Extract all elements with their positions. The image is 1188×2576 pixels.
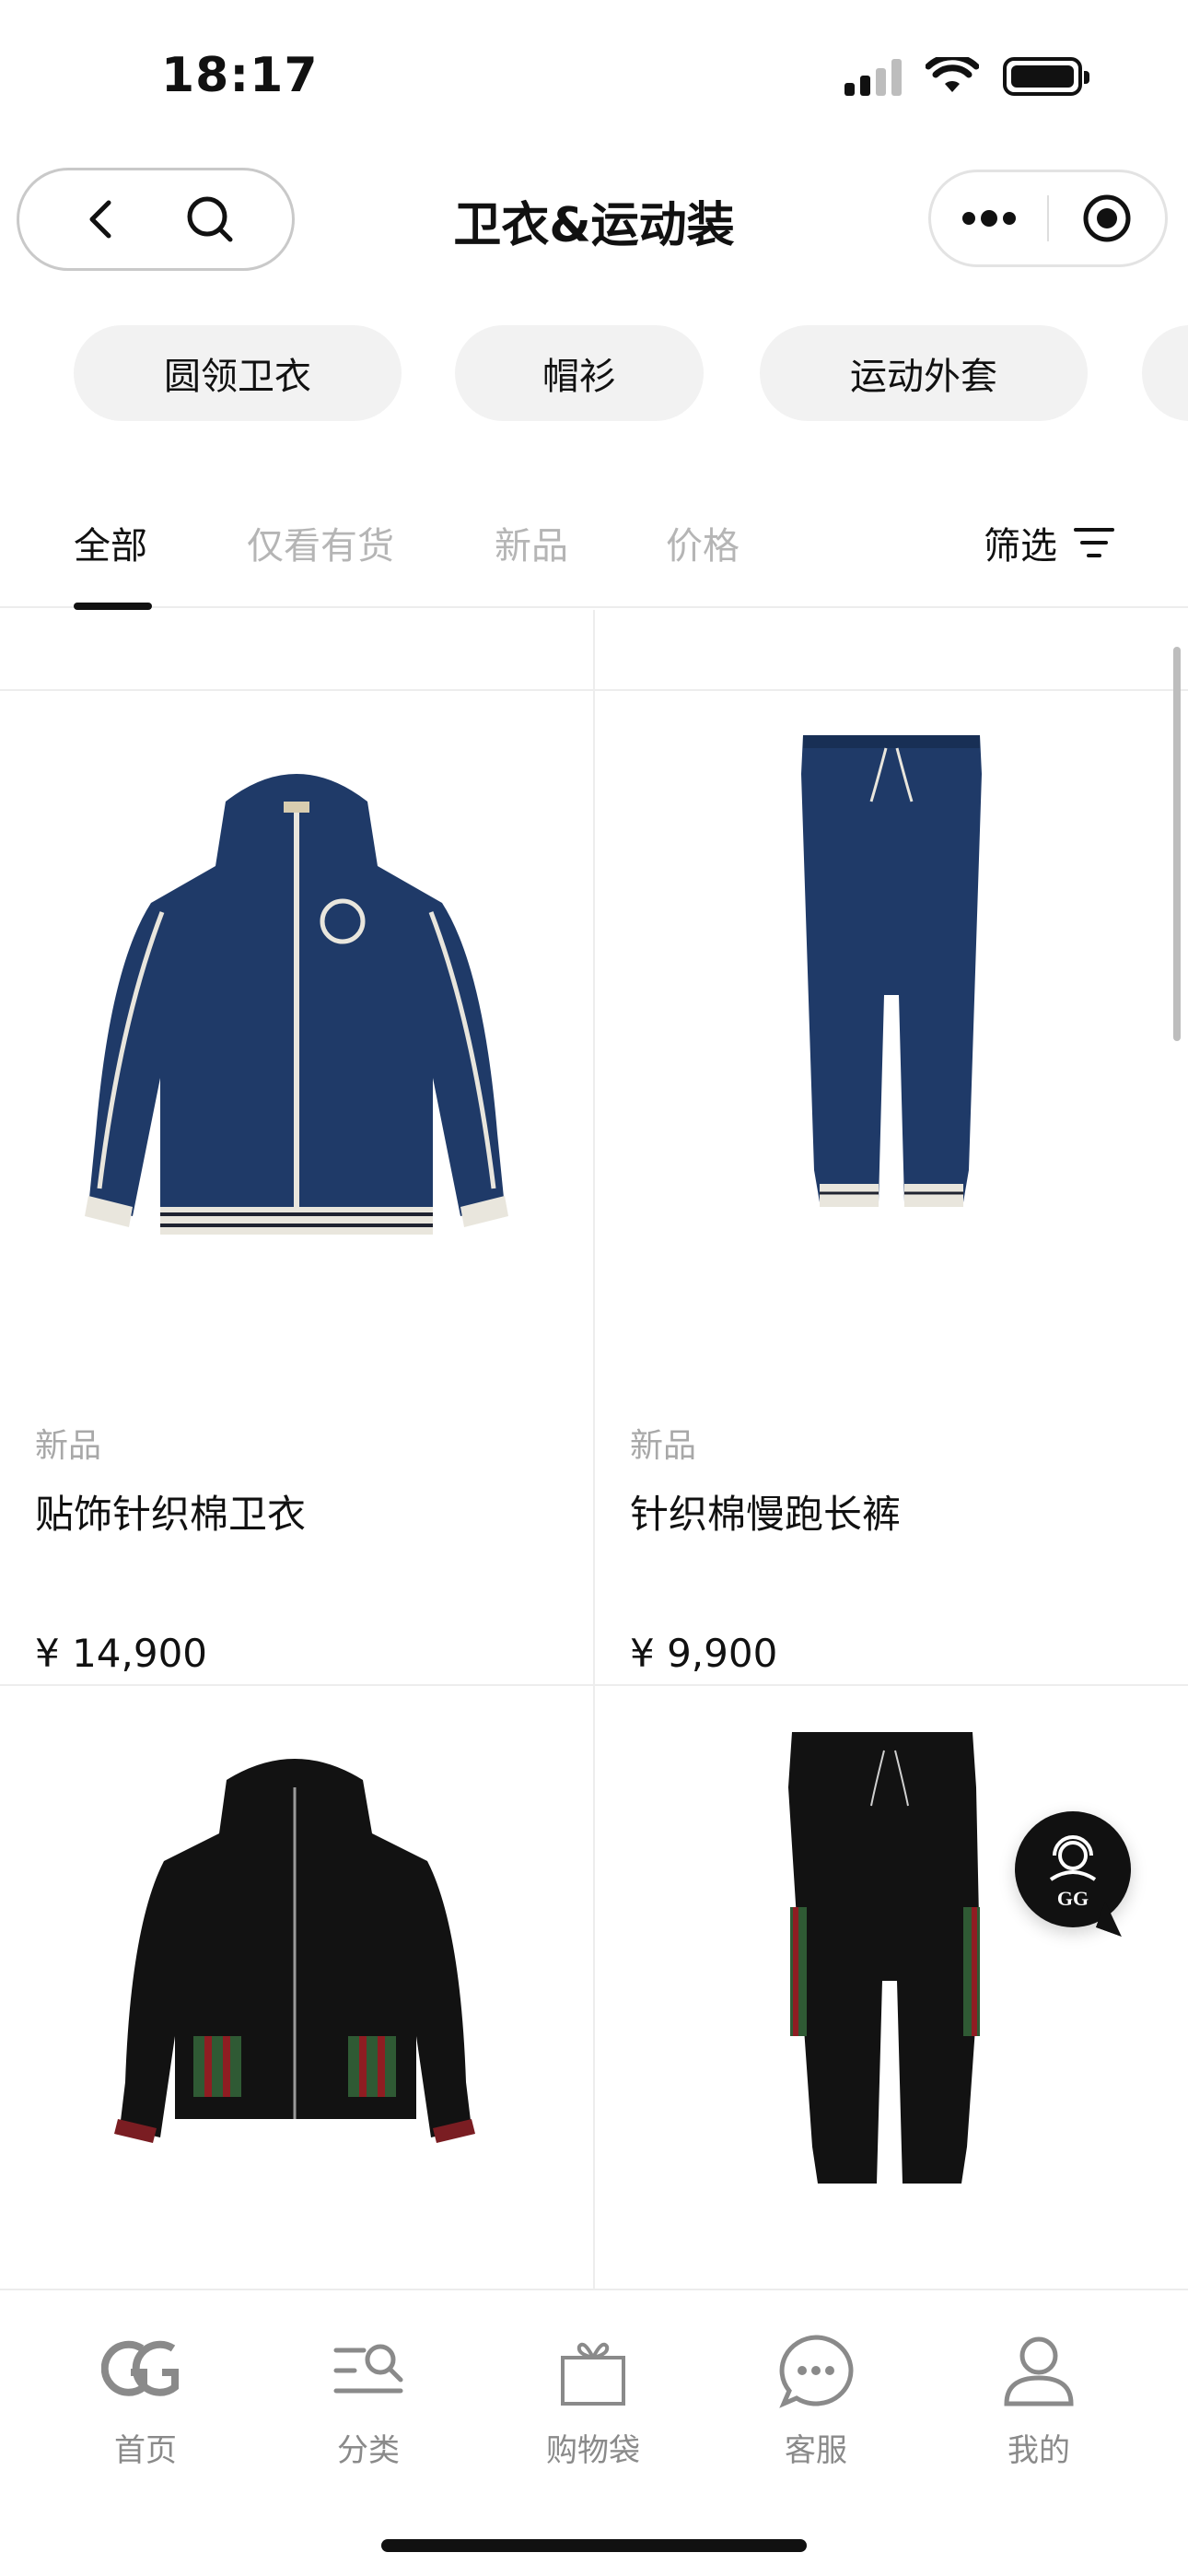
tabbar-item-home[interactable]: 首页 [53, 2329, 238, 2470]
more-button[interactable] [931, 172, 1047, 264]
chip-sport-jacket[interactable]: 运动外套 [760, 325, 1088, 421]
bottom-tab-bar: 首页 分类 购物袋 客服 我的 [0, 2289, 1188, 2576]
product-grid: 新品 贴饰针织棉卫衣 ¥ 14,900 新品 针织棉慢跑长裤 ¥ 9,900 [0, 610, 1188, 2289]
product-name: 针织棉慢跑长裤 [630, 1492, 902, 1537]
filter-icon [1074, 528, 1114, 557]
customer-service-float-button[interactable]: GG [1015, 1811, 1131, 1927]
category-search-icon [276, 2329, 460, 2412]
wifi-icon [926, 57, 979, 92]
gg-logo-icon [53, 2329, 238, 2412]
more-dots-icon [962, 210, 1016, 227]
product-image-navy-jacket [85, 774, 508, 1235]
product-name: 贴饰针织棉卫衣 [35, 1492, 307, 1537]
tabbar-label: 客服 [785, 2432, 847, 2469]
tab-price[interactable]: 价格 [666, 516, 740, 569]
tabbar-item-service[interactable]: 客服 [724, 2329, 908, 2470]
user-icon [947, 2329, 1131, 2412]
filter-button[interactable]: 筛选 [984, 516, 1114, 569]
tabbar-label: 首页 [114, 2432, 177, 2469]
tabbar-label: 我的 [1007, 2432, 1070, 2469]
filter-label: 筛选 [984, 525, 1057, 568]
tabbar-label: 分类 [337, 2432, 400, 2469]
cellular-signal-icon [844, 57, 902, 96]
shopping-bag-icon [501, 2329, 685, 2412]
close-miniprogram-button[interactable] [1049, 172, 1165, 264]
chip-more[interactable] [1142, 325, 1188, 421]
headset-agent-icon: GG [1049, 1835, 1097, 1910]
product-image-navy-pants [801, 735, 982, 1207]
miniprogram-capsule [928, 170, 1168, 267]
product-card[interactable]: 新品 针织棉慢跑长裤 ¥ 9,900 [595, 691, 1188, 1684]
status-icons [844, 57, 1089, 96]
tab-new[interactable]: 新品 [495, 516, 568, 569]
target-icon [1083, 194, 1131, 242]
svg-text:GG: GG [1057, 1887, 1089, 1910]
product-tag: 新品 [35, 1427, 102, 1465]
home-indicator[interactable] [381, 2539, 807, 2552]
product-image-black-pants [788, 1732, 980, 2184]
battery-icon [1003, 57, 1089, 96]
chat-bubble-icon [724, 2329, 908, 2412]
tabbar-label: 购物袋 [546, 2432, 640, 2469]
category-chips: 圆领卫衣 帽衫 运动外套 [74, 325, 1188, 421]
nav-bar: 卫衣&运动装 [0, 157, 1188, 276]
status-bar: 18:17 [0, 0, 1188, 157]
tab-all[interactable]: 全部 [74, 516, 147, 569]
product-price: ¥ 14,900 [35, 1631, 208, 1676]
product-card[interactable] [0, 1686, 593, 2289]
filter-tabs: 全部 仅看有货 新品 价格 筛选 [0, 498, 1188, 610]
tab-in-stock[interactable]: 仅看有货 [247, 516, 394, 569]
active-tab-indicator [74, 603, 152, 610]
tabbar-item-category[interactable]: 分类 [276, 2329, 460, 2470]
product-price: ¥ 9,900 [630, 1631, 778, 1676]
tabbar-item-me[interactable]: 我的 [947, 2329, 1131, 2470]
product-tag: 新品 [630, 1427, 697, 1465]
chip-hoodie[interactable]: 帽衫 [455, 325, 704, 421]
status-time: 18:17 [161, 48, 319, 103]
chip-crewneck[interactable]: 圆领卫衣 [74, 325, 402, 421]
product-image-black-jacket [114, 1759, 475, 2143]
scrollbar[interactable] [1173, 647, 1181, 1041]
product-card[interactable]: 新品 贴饰针织棉卫衣 ¥ 14,900 [0, 691, 593, 1684]
tabbar-item-bag[interactable]: 购物袋 [501, 2329, 685, 2470]
product-card[interactable] [595, 1686, 1188, 2289]
